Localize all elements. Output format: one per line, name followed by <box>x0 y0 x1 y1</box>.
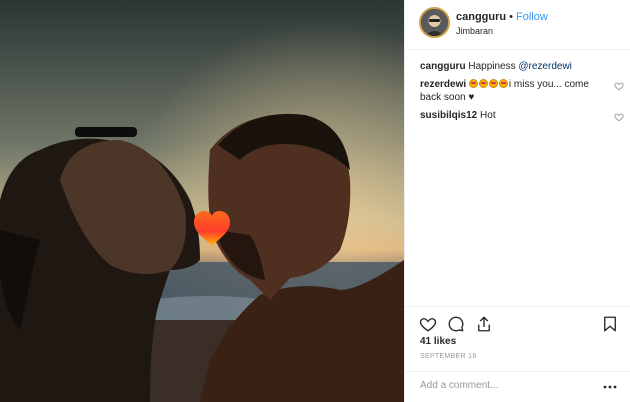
add-comment-input[interactable] <box>420 380 590 391</box>
likes-count[interactable]: 41 likes <box>420 336 456 347</box>
comment-item: rezerdewi i miss you... come back soon ♥ <box>420 78 624 104</box>
post-photo[interactable] <box>0 0 404 402</box>
add-comment-bar <box>405 371 630 402</box>
post-header: cangguru • Follow Jimbaran <box>405 0 630 50</box>
action-bar <box>405 306 630 336</box>
comment-text: Hot <box>480 110 496 121</box>
comment-username[interactable]: rezerdewi <box>420 79 466 90</box>
caption-mention[interactable]: @rezerdewi <box>518 61 572 72</box>
more-icon[interactable] <box>603 382 617 392</box>
post-sidebar: cangguru • Follow Jimbaran cangguru Happin… <box>404 0 630 402</box>
share-icon[interactable] <box>475 315 493 333</box>
follow-button[interactable]: Follow <box>516 11 548 23</box>
like-comment-heart-icon[interactable] <box>614 112 624 122</box>
comment-username[interactable]: susibilqis12 <box>420 110 477 121</box>
like-comment-heart-icon[interactable] <box>614 81 624 91</box>
post-date: September 16 <box>420 353 477 360</box>
sunset-kiss-image <box>0 0 404 402</box>
post-author: cangguru • Follow <box>456 11 548 23</box>
caption-text: Happiness <box>468 61 516 72</box>
heart-eyes-emoji-icon <box>468 79 509 90</box>
comments-list: cangguru Happiness @rezerdewi rezerdewi … <box>405 60 630 127</box>
heart-icon[interactable] <box>419 315 437 333</box>
caption: cangguru Happiness @rezerdewi <box>420 60 618 73</box>
post-location[interactable]: Jimbaran <box>456 26 493 36</box>
author-username[interactable]: cangguru <box>456 11 506 23</box>
comment-item: susibilqis12 Hot <box>420 109 624 122</box>
separator-dot: • <box>509 11 513 23</box>
bookmark-icon[interactable] <box>601 315 619 333</box>
avatar[interactable] <box>419 7 450 38</box>
comment-icon[interactable] <box>447 315 465 333</box>
avatar-image <box>421 9 448 36</box>
caption-username[interactable]: cangguru <box>420 61 466 72</box>
